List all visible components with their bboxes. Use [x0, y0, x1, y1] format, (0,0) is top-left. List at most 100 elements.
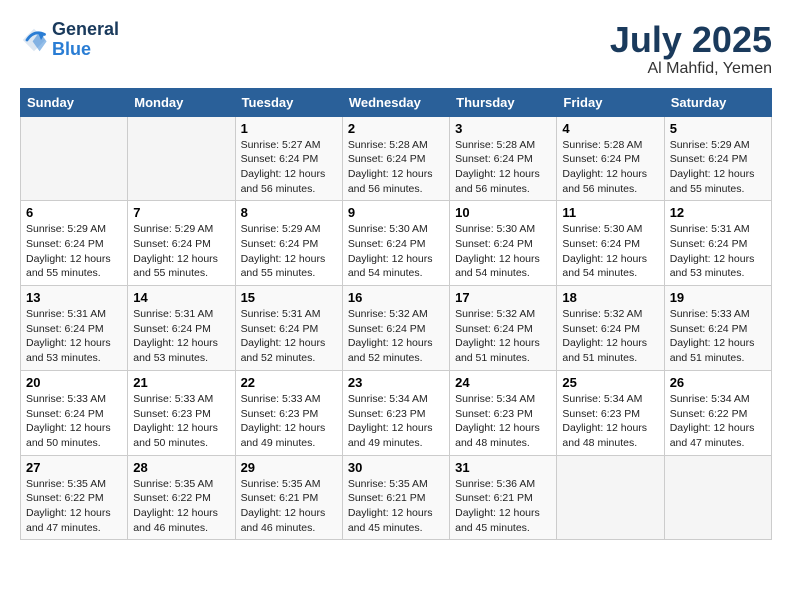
calendar-cell: 9Sunrise: 5:30 AM Sunset: 6:24 PM Daylig… [342, 201, 449, 286]
day-of-week-header: Saturday [664, 88, 771, 116]
day-number: 15 [241, 290, 337, 305]
calendar-cell: 12 Sunrise: 5:31 AM Sunset: 6:24 PM Dayli… [664, 201, 771, 286]
calendar-cell: 6 Sunrise: 5:29 AM Sunset: 6:24 PM Daylig… [21, 201, 128, 286]
day-info: Sunrise: 5:30 AM Sunset: 6:24 PM Dayligh… [455, 222, 551, 281]
logo-line1: General [52, 20, 119, 40]
calendar-cell: 26 Sunrise: 5:34 AM Sunset: 6:22 PM Dayli… [664, 370, 771, 455]
day-info: Sunrise: 5:29 AM Sunset: 6:24 PM Dayligh… [133, 222, 229, 281]
calendar-cell: 11 Sunrise: 5:30 AM Sunset: 6:24 PM Dayli… [557, 201, 664, 286]
calendar-cell: 30 Sunrise: 5:35 AM Sunset: 6:21 PM Dayli… [342, 455, 449, 540]
calendar-cell: 10 Sunrise: 5:30 AM Sunset: 6:24 PM Dayli… [450, 201, 557, 286]
day-number: 7 [133, 205, 229, 220]
day-number: 12 [670, 205, 766, 220]
day-info: Sunrise: 5:28 AM Sunset: 6:24 PM Dayligh… [562, 138, 658, 197]
day-info: Sunrise: 5:34 AM Sunset: 6:22 PM Dayligh… [670, 392, 766, 451]
calendar-cell: 28 Sunrise: 5:35 AM Sunset: 6:22 PM Dayli… [128, 455, 235, 540]
day-number: 3 [455, 121, 551, 136]
calendar-cell: 27 Sunrise: 5:35 AM Sunset: 6:22 PM Dayli… [21, 455, 128, 540]
calendar-week-row: 27 Sunrise: 5:35 AM Sunset: 6:22 PM Dayli… [21, 455, 772, 540]
page-header: General Blue July 2025 Al Mahfid, Yemen [20, 20, 772, 78]
day-number: 11 [562, 205, 658, 220]
day-info: Sunrise: 5:35 AM Sunset: 6:22 PM Dayligh… [133, 477, 229, 536]
calendar-cell: 21Sunrise: 5:33 AM Sunset: 6:23 PM Dayli… [128, 370, 235, 455]
day-number: 22 [241, 375, 337, 390]
day-number: 20 [26, 375, 122, 390]
day-number: 6 [26, 205, 122, 220]
day-of-week-header: Friday [557, 88, 664, 116]
day-info: Sunrise: 5:33 AM Sunset: 6:23 PM Dayligh… [241, 392, 337, 451]
calendar-cell: 19 Sunrise: 5:33 AM Sunset: 6:24 PM Dayli… [664, 286, 771, 371]
calendar-cell: 13Sunrise: 5:31 AM Sunset: 6:24 PM Dayli… [21, 286, 128, 371]
calendar-cell: 5Sunrise: 5:29 AM Sunset: 6:24 PM Daylig… [664, 116, 771, 201]
calendar-header-row: SundayMondayTuesdayWednesdayThursdayFrid… [21, 88, 772, 116]
day-number: 30 [348, 460, 444, 475]
calendar-table: SundayMondayTuesdayWednesdayThursdayFrid… [20, 88, 772, 541]
day-info: Sunrise: 5:33 AM Sunset: 6:24 PM Dayligh… [670, 307, 766, 366]
calendar-cell: 8 Sunrise: 5:29 AM Sunset: 6:24 PM Daylig… [235, 201, 342, 286]
day-of-week-header: Monday [128, 88, 235, 116]
location-subtitle: Al Mahfid, Yemen [610, 60, 772, 78]
day-number: 21 [133, 375, 229, 390]
day-number: 5 [670, 121, 766, 136]
day-number: 4 [562, 121, 658, 136]
day-info: Sunrise: 5:32 AM Sunset: 6:24 PM Dayligh… [455, 307, 551, 366]
day-info: Sunrise: 5:34 AM Sunset: 6:23 PM Dayligh… [562, 392, 658, 451]
day-number: 26 [670, 375, 766, 390]
calendar-cell: 20 Sunrise: 5:33 AM Sunset: 6:24 PM Dayli… [21, 370, 128, 455]
day-info: Sunrise: 5:27 AM Sunset: 6:24 PM Dayligh… [241, 138, 337, 197]
day-info: Sunrise: 5:31 AM Sunset: 6:24 PM Dayligh… [241, 307, 337, 366]
calendar-cell: 2Sunrise: 5:28 AM Sunset: 6:24 PM Daylig… [342, 116, 449, 201]
day-info: Sunrise: 5:34 AM Sunset: 6:23 PM Dayligh… [455, 392, 551, 451]
day-number: 2 [348, 121, 444, 136]
day-info: Sunrise: 5:29 AM Sunset: 6:24 PM Dayligh… [241, 222, 337, 281]
calendar-week-row: 1Sunrise: 5:27 AM Sunset: 6:24 PM Daylig… [21, 116, 772, 201]
calendar-cell: 4 Sunrise: 5:28 AM Sunset: 6:24 PM Daylig… [557, 116, 664, 201]
day-info: Sunrise: 5:35 AM Sunset: 6:21 PM Dayligh… [348, 477, 444, 536]
calendar-week-row: 13 Sunrise: 5:31 AM Sunset: 6:24 PM Dayli… [21, 286, 772, 371]
day-number: 8 [241, 205, 337, 220]
calendar-week-row: 6 Sunrise: 5:29 AM Sunset: 6:24 PM Daylig… [21, 201, 772, 286]
day-number: 24 [455, 375, 551, 390]
day-number: 31 [455, 460, 551, 475]
calendar-cell: 31Sunrise: 5:36 AM Sunset: 6:21 PM Dayli… [450, 455, 557, 540]
logo-icon [20, 26, 48, 54]
calendar-cell [664, 455, 771, 540]
day-number: 10 [455, 205, 551, 220]
calendar-cell [557, 455, 664, 540]
day-info: Sunrise: 5:32 AM Sunset: 6:24 PM Dayligh… [562, 307, 658, 366]
day-number: 14 [133, 290, 229, 305]
day-info: Sunrise: 5:32 AM Sunset: 6:24 PM Dayligh… [348, 307, 444, 366]
day-number: 9 [348, 205, 444, 220]
month-year-title: July 2025 [610, 20, 772, 60]
calendar-cell: 17 Sunrise: 5:32 AM Sunset: 6:24 PM Dayli… [450, 286, 557, 371]
logo-line2: Blue [52, 40, 119, 60]
calendar-cell: 22 Sunrise: 5:33 AM Sunset: 6:23 PM Dayli… [235, 370, 342, 455]
day-of-week-header: Wednesday [342, 88, 449, 116]
day-number: 25 [562, 375, 658, 390]
day-info: Sunrise: 5:29 AM Sunset: 6:24 PM Dayligh… [26, 222, 122, 281]
day-info: Sunrise: 5:30 AM Sunset: 6:24 PM Dayligh… [562, 222, 658, 281]
day-number: 19 [670, 290, 766, 305]
day-number: 27 [26, 460, 122, 475]
day-number: 28 [133, 460, 229, 475]
day-info: Sunrise: 5:33 AM Sunset: 6:24 PM Dayligh… [26, 392, 122, 451]
day-of-week-header: Sunday [21, 88, 128, 116]
logo: General Blue [20, 20, 119, 60]
calendar-cell: 25 Sunrise: 5:34 AM Sunset: 6:23 PM Dayli… [557, 370, 664, 455]
day-of-week-header: Tuesday [235, 88, 342, 116]
day-number: 29 [241, 460, 337, 475]
calendar-cell: 15 Sunrise: 5:31 AM Sunset: 6:24 PM Dayli… [235, 286, 342, 371]
title-block: July 2025 Al Mahfid, Yemen [610, 20, 772, 78]
calendar-cell: 3Sunrise: 5:28 AM Sunset: 6:24 PM Daylig… [450, 116, 557, 201]
day-info: Sunrise: 5:35 AM Sunset: 6:21 PM Dayligh… [241, 477, 337, 536]
day-info: Sunrise: 5:34 AM Sunset: 6:23 PM Dayligh… [348, 392, 444, 451]
calendar-cell: 14Sunrise: 5:31 AM Sunset: 6:24 PM Dayli… [128, 286, 235, 371]
day-number: 17 [455, 290, 551, 305]
calendar-cell: 16 Sunrise: 5:32 AM Sunset: 6:24 PM Dayli… [342, 286, 449, 371]
day-number: 23 [348, 375, 444, 390]
day-number: 13 [26, 290, 122, 305]
day-info: Sunrise: 5:31 AM Sunset: 6:24 PM Dayligh… [670, 222, 766, 281]
day-number: 16 [348, 290, 444, 305]
day-info: Sunrise: 5:35 AM Sunset: 6:22 PM Dayligh… [26, 477, 122, 536]
calendar-cell [128, 116, 235, 201]
